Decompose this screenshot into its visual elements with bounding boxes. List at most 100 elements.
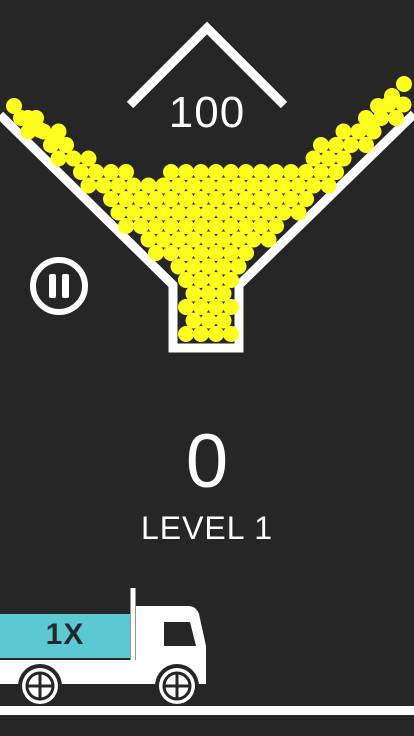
ball xyxy=(125,204,142,221)
ball xyxy=(140,204,157,221)
ball xyxy=(223,245,239,261)
ball xyxy=(208,299,224,315)
ball xyxy=(238,191,254,207)
ball xyxy=(155,204,172,221)
ball xyxy=(230,258,247,275)
ball xyxy=(170,177,187,194)
ball xyxy=(133,218,149,234)
ball xyxy=(275,177,292,194)
ball xyxy=(148,245,164,261)
level-label: LEVEL 1 xyxy=(140,510,274,546)
ball xyxy=(118,164,134,180)
ball xyxy=(73,164,89,180)
ground-line xyxy=(0,706,414,715)
ball xyxy=(170,204,187,221)
ball xyxy=(163,191,179,207)
ball xyxy=(110,204,127,221)
ball xyxy=(215,312,232,329)
ball xyxy=(223,299,239,315)
ball xyxy=(343,137,359,153)
ball xyxy=(290,204,307,221)
ball xyxy=(140,177,157,194)
ball xyxy=(208,326,224,342)
ball xyxy=(230,231,247,248)
ball xyxy=(50,150,67,167)
score-counter: 0 xyxy=(185,419,229,504)
ball xyxy=(148,218,164,234)
ball xyxy=(223,272,239,288)
ball xyxy=(328,164,344,180)
ball xyxy=(185,204,202,221)
ball xyxy=(260,204,277,221)
ball xyxy=(200,312,217,329)
ball xyxy=(200,285,217,302)
ball xyxy=(298,164,314,180)
ball xyxy=(163,164,179,180)
ball xyxy=(298,191,314,207)
ball xyxy=(305,177,322,194)
ball xyxy=(178,326,194,342)
pause-icon xyxy=(30,257,88,315)
ball xyxy=(110,177,127,194)
ball xyxy=(208,218,224,234)
ball xyxy=(208,272,224,288)
ball xyxy=(245,204,262,221)
ball xyxy=(200,258,217,275)
ball xyxy=(223,191,239,207)
ball xyxy=(253,218,269,234)
ball xyxy=(283,164,299,180)
front-wheel xyxy=(155,664,199,708)
ball xyxy=(290,177,307,194)
ball xyxy=(215,177,232,194)
ball xyxy=(185,312,202,329)
ball xyxy=(223,326,239,342)
ball xyxy=(230,177,247,194)
ball xyxy=(193,218,209,234)
ball xyxy=(238,218,254,234)
ball xyxy=(65,150,82,167)
ball xyxy=(313,137,329,153)
ball xyxy=(200,204,217,221)
ball xyxy=(178,272,194,288)
ball xyxy=(140,231,157,248)
ball xyxy=(215,204,232,221)
ball xyxy=(253,191,269,207)
ball xyxy=(238,164,254,180)
pause-button[interactable] xyxy=(29,256,89,316)
ball xyxy=(170,231,187,248)
ball xyxy=(185,177,202,194)
ball xyxy=(260,177,277,194)
ball xyxy=(208,191,224,207)
ball xyxy=(313,164,329,180)
ball xyxy=(178,245,194,261)
ball xyxy=(185,231,202,248)
target-count: 100 xyxy=(168,88,246,137)
ball xyxy=(335,150,352,167)
ball xyxy=(88,164,104,180)
ball xyxy=(193,245,209,261)
ball xyxy=(178,164,194,180)
ball xyxy=(215,231,232,248)
ball xyxy=(253,164,269,180)
ball xyxy=(305,150,322,167)
ball xyxy=(193,164,209,180)
ball xyxy=(268,191,284,207)
truck-multiplier: 1X xyxy=(45,618,85,651)
ball xyxy=(283,191,299,207)
ball xyxy=(148,191,164,207)
ball xyxy=(193,299,209,315)
ball xyxy=(103,164,119,180)
rear-wheel xyxy=(18,664,62,708)
ball xyxy=(230,204,247,221)
ball xyxy=(118,218,134,234)
ball xyxy=(223,164,239,180)
ball xyxy=(178,218,194,234)
ball xyxy=(118,191,134,207)
ball xyxy=(103,191,119,207)
ball xyxy=(185,258,202,275)
ball xyxy=(80,177,97,194)
ball xyxy=(95,177,112,194)
ball xyxy=(193,272,209,288)
ball xyxy=(178,299,194,315)
ball xyxy=(208,164,224,180)
